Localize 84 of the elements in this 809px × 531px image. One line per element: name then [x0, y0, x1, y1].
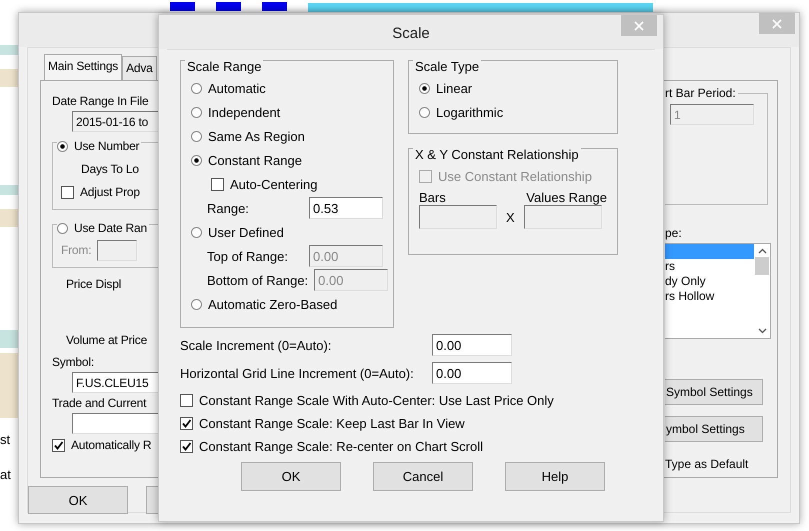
radio-button[interactable]: [419, 106, 430, 118]
chart-band: [0, 209, 18, 227]
group-label: X & Y Constant Relationship: [413, 147, 581, 162]
option-label: Automatic Zero-Based: [208, 296, 338, 312]
field-label: Date Range In File: [52, 93, 150, 110]
field-label: X: [506, 210, 515, 224]
option-label: Automatically R: [71, 438, 152, 452]
option-label: Constant Range Scale: Re-center on Chart Scroll: [199, 438, 483, 454]
option-label: Use Date Ran: [74, 221, 147, 235]
chart-band: [0, 185, 18, 195]
chart-band: [0, 330, 18, 348]
radio-button[interactable]: [191, 130, 202, 142]
field-label: From:: [61, 243, 92, 257]
checkbox[interactable]: [61, 186, 74, 198]
radio-button[interactable]: [191, 298, 202, 310]
field-label: Horizontal Grid Line Increment (0=Auto):: [180, 366, 415, 380]
checkbox[interactable]: [180, 394, 193, 406]
list-box[interactable]: rs dy Only rs Hollow: [665, 243, 771, 339]
help-button[interactable]: Help: [505, 462, 605, 491]
radio-button[interactable]: [191, 226, 202, 238]
scroll-thumb[interactable]: [755, 257, 769, 275]
field-label: Days To Lo: [80, 161, 140, 178]
field-label: Symbol:: [52, 354, 95, 371]
option-label: Auto-Centering: [230, 176, 318, 192]
option-label: User Defined: [208, 224, 284, 240]
field-label: pe:: [665, 225, 683, 242]
checkbox[interactable]: [211, 178, 224, 190]
ok-button[interactable]: OK: [241, 462, 341, 491]
signal-marker: [216, 2, 241, 11]
option-label: Use Constant Relationship: [438, 168, 592, 184]
list-item[interactable]: dy Only: [665, 274, 754, 289]
option-label: Linear: [436, 80, 472, 96]
radio-button[interactable]: [191, 154, 202, 166]
option-label: Use Number: [74, 139, 140, 153]
field-label: Volume at Price: [65, 332, 148, 349]
tab[interactable]: Adva: [122, 56, 157, 80]
input-field[interactable]: 0.53: [309, 197, 383, 219]
input-field[interactable]: 0.00: [432, 334, 512, 356]
field-label: Trade and Current: [52, 395, 148, 412]
field-label: Bottom of Range:: [207, 272, 308, 288]
window-title: Scale: [392, 24, 430, 42]
option-label: Independent: [208, 104, 280, 120]
group-label: rt Bar Period:: [665, 86, 738, 100]
radio-button[interactable]: [191, 106, 202, 118]
group-label: Scale Range: [185, 59, 264, 74]
checkbox[interactable]: [52, 438, 65, 452]
chart-band: [0, 353, 18, 418]
checkbox[interactable]: [180, 416, 193, 430]
option-label: Constant Range: [208, 152, 302, 168]
option-label: Automatic: [208, 80, 266, 96]
option-label: Adjust Prop: [80, 185, 140, 199]
close-icon: [772, 18, 782, 28]
tab[interactable]: Main Settings: [44, 54, 122, 80]
field-label: Bars: [419, 190, 446, 205]
list-item[interactable]: rs Hollow: [665, 289, 754, 304]
chart-band: [0, 69, 18, 87]
field-label: Range:: [207, 200, 250, 216]
field-label: Values Range: [526, 190, 607, 205]
option-label: Type as Default: [665, 456, 750, 473]
field-label: Price Displ: [65, 276, 122, 293]
symbol-settings-button[interactable]: Symbol Settings: [665, 379, 763, 405]
field-label: Top of Range:: [207, 248, 289, 264]
option-label: Same As Region: [208, 128, 305, 144]
close-icon: [634, 20, 644, 30]
signal-marker: [262, 2, 287, 11]
symbol-settings-button[interactable]: ymbol Settings: [665, 416, 763, 442]
radio-button[interactable]: [419, 82, 430, 94]
signal-marker: [170, 2, 195, 11]
radio-button[interactable]: [57, 140, 68, 152]
input-field[interactable]: 0.00: [432, 362, 512, 384]
list-item[interactable]: rs: [665, 259, 754, 274]
cancel-button[interactable]: Cancel: [373, 462, 473, 491]
option-label: Logarithmic: [436, 104, 504, 120]
ok-button[interactable]: OK: [28, 486, 128, 514]
field-label: Scale Increment (0=Auto):: [180, 338, 332, 352]
option-label: Constant Range Scale: Keep Last Bar In View: [199, 416, 465, 430]
radio-button[interactable]: [57, 222, 68, 234]
chart-label: at: [0, 467, 11, 482]
radio-button[interactable]: [191, 82, 202, 94]
checkbox[interactable]: [180, 440, 193, 452]
option-label: Constant Range Scale With Auto-Center: Use Last Price Only: [199, 392, 554, 408]
chart-label: st: [0, 432, 11, 447]
group-label: Scale Type: [413, 59, 482, 74]
chart-band: [0, 45, 18, 55]
